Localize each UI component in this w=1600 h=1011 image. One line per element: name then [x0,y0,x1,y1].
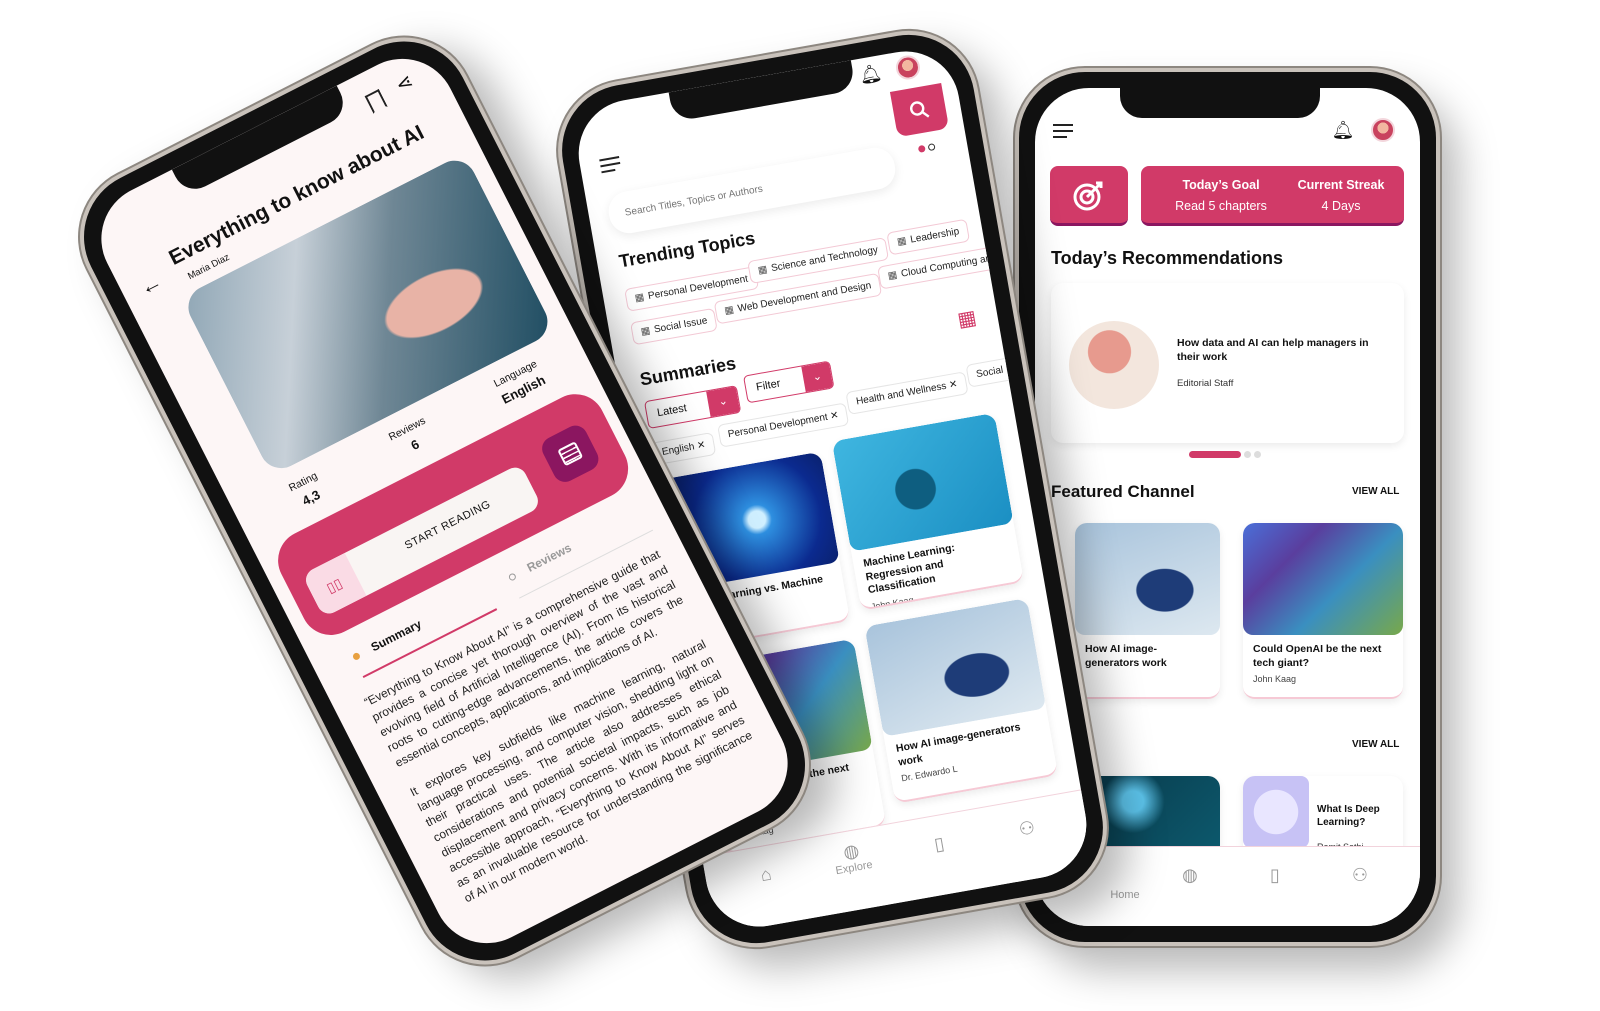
featured-view-all[interactable]: VIEW ALL [1352,486,1399,497]
nav-explore[interactable]: ◍ Explore [820,836,885,879]
goal-title: Today’s Goal [1182,178,1260,192]
summary-card[interactable]: Machine Learning: Regression and Classif… [831,412,1025,611]
filter-tag[interactable]: Health and Wellness ✕ [845,371,969,415]
featured-card[interactable]: Could OpenAI be the next tech giant? Joh… [1243,523,1403,699]
list-icon [557,441,584,467]
notch [1120,88,1320,118]
goal-streak-card: Today’s Goal Read 5 chapters Current Str… [1141,166,1404,226]
start-reading-label: START READING [402,498,493,552]
grid-icon: ▦ [639,325,652,338]
search-icon [910,101,930,118]
streak-value: 4 Days [1321,199,1361,213]
avatar[interactable] [894,53,922,82]
grid-view-icon[interactable]: ▦ [955,305,978,333]
home-icon[interactable]: ⌂ [735,859,798,890]
profile-icon[interactable]: ⚇ [1330,865,1390,886]
recommendation-author: Editorial Staff [1177,378,1234,389]
goal-value: Read 5 chapters [1175,199,1267,213]
filter-dropdown[interactable]: Filter ⌄ [742,360,835,404]
search-input[interactable] [605,144,899,237]
profile-icon[interactable]: ⚇ [996,813,1059,844]
streak-title: Current Streak [1297,178,1385,192]
book-open-icon: ▯▯ [301,552,367,618]
topic-chip[interactable]: ▦ Social Issue [630,307,719,346]
bell-icon[interactable]: 🔔︎ [857,60,885,88]
stat-rating: Rating 4,3 [286,469,323,509]
summaries-title: Summaries [638,353,738,390]
search-button[interactable] [889,82,950,138]
summary-card[interactable]: How AI image-generators work Dr. Edwardo… [864,597,1059,804]
summary-text: “Everything to Know About AI” is a compr… [361,546,763,907]
trending-title: Trending Topics [617,227,757,272]
start-reading-button[interactable]: ▯▯ START READING [301,463,543,618]
menu-icon[interactable] [599,153,626,175]
home-nav-label: Home [1110,889,1140,901]
bell-icon[interactable]: 🔔︎ [1331,118,1355,142]
grid-icon: ▦ [887,269,899,283]
share-icon[interactable]: ⋖ [391,68,417,98]
card-title: How AI image-generators work [1085,643,1167,669]
grid-icon: ▦ [723,304,735,317]
inactive-dot [507,572,518,582]
second-view-all[interactable]: VIEW ALL [1352,739,1399,750]
chevron-down-icon: ⌄ [801,361,834,393]
grid-icon: ▦ [757,264,769,277]
filter-label: Filter [755,377,782,394]
card-image [1075,523,1220,635]
card-author: John Kaag [1253,674,1297,685]
recommendation-title: How data and AI can help managers in the… [1177,337,1369,363]
avatar[interactable] [1371,118,1395,142]
bookmark-icon[interactable] [365,89,388,114]
stat-reviews: Reviews 6 [386,414,428,454]
card-image [1243,776,1309,848]
list-button[interactable] [537,421,603,487]
card-image [1243,523,1403,635]
grid-icon: ▦ [634,291,646,305]
carousel-dots[interactable] [1189,451,1261,458]
sort-label: Latest [656,402,688,420]
hero-image [180,153,556,476]
featured-card[interactable]: How AI image-generators work [1075,523,1220,699]
filter-tag[interactable]: Social Is [965,355,1025,388]
grid-icon: ▦ [896,235,908,248]
card-title: Could OpenAI be the next tech giant? [1253,643,1382,669]
back-arrow-icon[interactable]: ← [135,268,166,301]
bookmark-icon[interactable]: ▯ [908,829,971,860]
card-title: What Is Deep Learning? [1317,804,1380,828]
active-dot [351,651,362,662]
menu-icon[interactable] [1053,122,1077,140]
notch [668,60,857,122]
recommendation-card[interactable]: How data and AI can help managers in the… [1051,283,1404,443]
target-icon [1073,181,1103,210]
goal-icon-card [1050,166,1128,226]
page-dots[interactable] [917,143,936,153]
featured-title: Featured Channel [1051,482,1195,501]
chevron-down-icon: ⌄ [706,386,741,418]
bookmark-icon[interactable]: ▯ [1245,865,1305,886]
recommendations-title: Today’s Recommendations [1051,248,1284,268]
recommendation-illustration [1069,321,1159,409]
stat-language: Language English [491,357,548,407]
topic-chip[interactable]: ▦ Leadership [886,218,971,256]
explore-icon[interactable]: ◍ [1160,865,1220,886]
nav-home[interactable]: Home [1095,889,1155,901]
